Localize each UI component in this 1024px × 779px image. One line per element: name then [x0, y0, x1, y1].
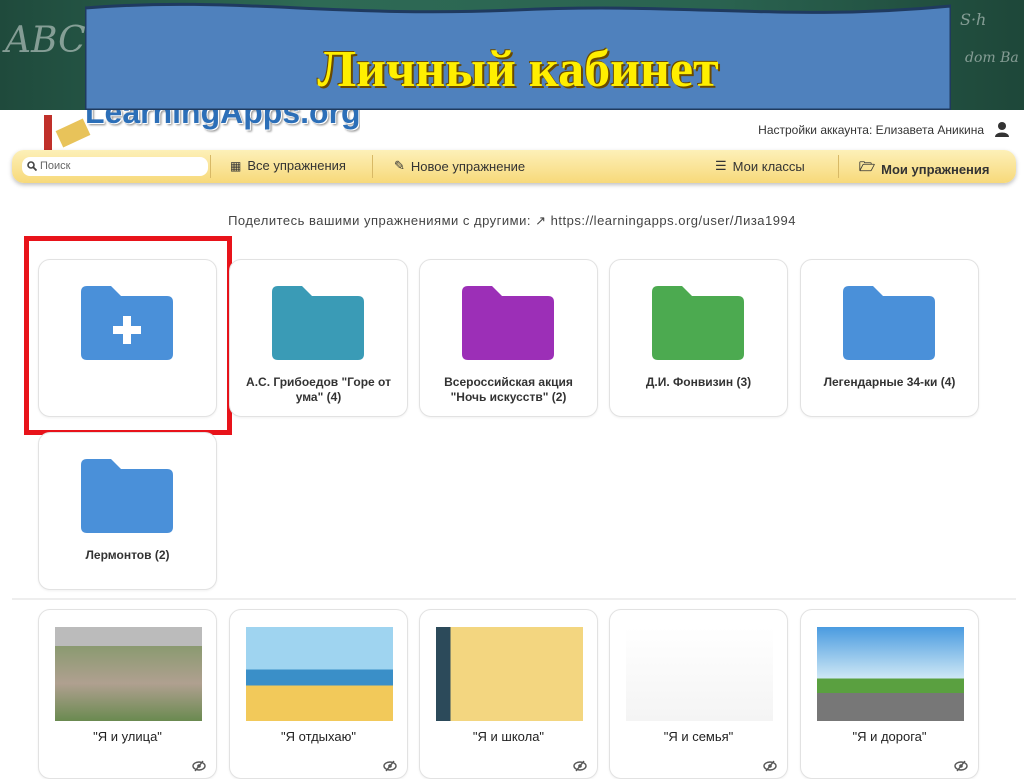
folder-icon [462, 286, 554, 360]
app-label: "Я и улица" [93, 729, 162, 744]
app-label: "Я и школа" [472, 729, 545, 744]
share-line: Поделитесь вашими упражнениями с другими… [228, 213, 796, 228]
divider [838, 155, 839, 178]
folder-card[interactable]: Д.И. Фонвизин (3) [609, 259, 788, 417]
folder-card[interactable]: Всероссийская акция "Ночь искусств" (2) [419, 259, 598, 417]
app-thumbnail [246, 627, 393, 721]
user-icon[interactable] [994, 121, 1010, 137]
folder-card[interactable]: Лермонтов (2) [38, 432, 217, 590]
learningapps-logo[interactable]: LearningApps.org [40, 110, 360, 150]
search-input[interactable]: Поиск [22, 157, 208, 176]
folder-icon [81, 459, 173, 533]
app-thumbnail [626, 627, 773, 721]
app-thumbnail [817, 627, 964, 721]
folder-icon [652, 286, 744, 360]
section-divider [12, 598, 1016, 600]
search-placeholder: Поиск [40, 160, 71, 172]
app-card[interactable]: "Я отдыхаю" [229, 609, 408, 779]
nav-all-exercises[interactable]: ▦ Все упражнения [230, 158, 346, 173]
nav-new-exercise[interactable]: ✎ Новое упражнение [394, 158, 525, 174]
pencil-icon: ✎ [394, 158, 405, 173]
grid-icon: ▦ [230, 158, 242, 173]
app-label: "Я отдыхаю" [281, 729, 356, 744]
divider [372, 155, 373, 178]
eye-slash-icon[interactable] [383, 760, 397, 772]
account-settings-link[interactable]: Настройки аккаунта: Елизавета Аникина [758, 123, 984, 137]
folder-label: Всероссийская акция "Ночь искусств" (2) [444, 375, 573, 404]
highlight-frame [24, 236, 232, 435]
eye-slash-icon[interactable] [192, 760, 206, 772]
app-label: "Я и дорога" [852, 729, 927, 744]
eye-slash-icon[interactable] [763, 760, 777, 772]
app-thumbnail [55, 627, 202, 721]
app-thumbnail [436, 627, 583, 721]
folder-card[interactable]: Легендарные 34-ки (4) [800, 259, 979, 417]
folder-icon [843, 286, 935, 360]
divider [210, 155, 211, 178]
folder-icon [272, 286, 364, 360]
eye-slash-icon[interactable] [954, 760, 968, 772]
app-card[interactable]: "Я и школа" [419, 609, 598, 779]
app-label: "Я и семья" [663, 729, 734, 744]
app-card[interactable]: "Я и дорога" [800, 609, 979, 779]
share-url[interactable]: https://learningapps.org/user/Лиза1994 [551, 213, 796, 228]
slide-title: Личный кабинет [317, 41, 719, 98]
app-card[interactable]: "Я и семья" [609, 609, 788, 779]
nav-my-classes[interactable]: ☰ Мои классы [715, 158, 805, 174]
folder-label: А.С. Грибоедов "Горе от ума" (4) [246, 375, 391, 404]
folder-label: Лермонтов (2) [85, 548, 170, 562]
folder-label: Д.И. Фонвизин (3) [645, 375, 752, 389]
main-nav: Поиск ▦ Все упражнения ✎ Новое упражнение … [12, 150, 1016, 183]
app-card[interactable]: "Я и улица" [38, 609, 217, 779]
folder-card[interactable]: А.С. Грибоедов "Горе от ума" (4) [229, 259, 408, 417]
search-icon [27, 161, 37, 171]
folder-label: Легендарные 34-ки (4) [823, 375, 956, 389]
folder-open-icon: 🗁 [859, 159, 876, 174]
nav-my-exercises[interactable]: 🗁 Мои упражнения [859, 158, 989, 180]
external-link-icon: ↗ [535, 213, 547, 228]
list-icon: ☰ [715, 158, 727, 173]
eye-slash-icon[interactable] [573, 760, 587, 772]
